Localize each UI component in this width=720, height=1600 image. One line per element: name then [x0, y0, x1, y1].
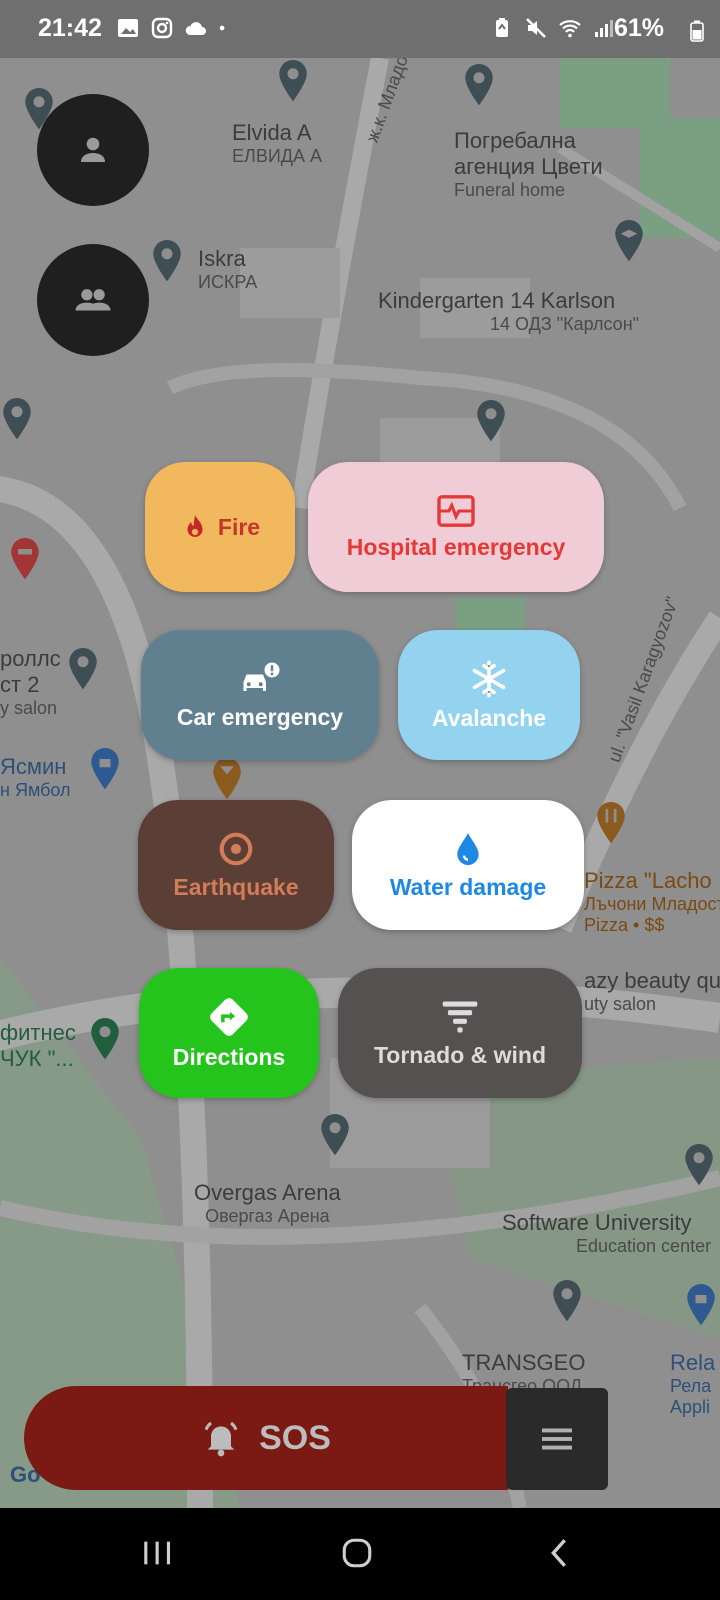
pharmacy-pin-icon[interactable]	[8, 538, 42, 582]
monitor-heart-icon	[437, 494, 475, 527]
water-drop-icon	[457, 832, 479, 865]
sos-button[interactable]: SOS	[24, 1386, 508, 1490]
mute-icon	[526, 18, 546, 38]
map-place-fitness[interactable]: фитнес ЧУК "...	[0, 1020, 76, 1072]
directions-icon	[210, 997, 248, 1036]
map-pin-icon[interactable]	[474, 400, 508, 444]
dot-icon	[219, 25, 225, 31]
map-place-funeral-home[interactable]: Погребална агенция Цвети Funeral home	[454, 128, 603, 201]
water-damage-button[interactable]: Water damage	[352, 800, 584, 930]
group-icon	[75, 289, 111, 311]
map-place-kindergarten[interactable]: Kindergarten 14 Karlson 14 ОДЗ "Карлсон"	[378, 288, 639, 335]
snowflake-icon	[472, 660, 506, 697]
map-place-iskra[interactable]: Iskra ИСКРА	[198, 246, 257, 293]
profile-button[interactable]	[37, 94, 149, 206]
fitness-pin-icon[interactable]	[88, 1018, 122, 1062]
battery-icon	[690, 20, 704, 42]
map-pin-icon[interactable]	[682, 1144, 716, 1188]
wifi-icon	[559, 20, 581, 38]
home-icon[interactable]	[340, 1536, 374, 1570]
map-pin-icon[interactable]	[462, 64, 496, 108]
map-place-beauty[interactable]: azy beauty qu uty salon	[584, 968, 720, 1015]
map-place-overgas-arena[interactable]: Overgas Arena Овергаз Арена	[194, 1180, 341, 1227]
tornado-icon	[442, 1000, 478, 1033]
back-icon[interactable]	[546, 1536, 572, 1570]
car-alert-icon	[243, 662, 280, 691]
map-place-pizza-lacho[interactable]: Pizza "Lacho Лъчони Младост Pizza • $$	[584, 868, 720, 936]
cloud-icon	[185, 22, 206, 35]
map-place-left-1[interactable]: роллс ст 2 y salon	[0, 646, 61, 719]
fire-button[interactable]: Fire	[145, 462, 295, 592]
battery-saver-icon	[496, 18, 508, 37]
status-time: 21:42	[38, 14, 102, 42]
group-button[interactable]	[37, 244, 149, 356]
hamburger-icon	[542, 1428, 572, 1450]
shopping-pin-icon[interactable]	[684, 1284, 718, 1328]
map-place-software-university[interactable]: Software University Education center	[502, 1210, 711, 1257]
status-left-icons	[116, 16, 232, 40]
tornado-wind-button[interactable]: Tornado & wind	[338, 968, 582, 1098]
target-icon	[219, 832, 253, 865]
map-place-elvida[interactable]: Elvida A ЕЛВИДА А	[232, 120, 322, 167]
status-bar: 21:42 61%	[0, 0, 720, 58]
alarm-bell-icon	[204, 1421, 238, 1457]
map-place-yasmin[interactable]: Ясмин н Ямбол	[0, 754, 71, 801]
bar-pin-icon[interactable]	[210, 758, 244, 802]
map-pin-icon[interactable]	[550, 1280, 584, 1324]
map-pin-icon[interactable]	[0, 398, 34, 442]
fire-icon	[187, 514, 203, 537]
car-emergency-button[interactable]: Car emergency	[141, 630, 379, 760]
instagram-icon	[151, 17, 173, 39]
battery-percentage: 61%	[614, 14, 665, 42]
directions-button[interactable]: Directions	[139, 968, 319, 1098]
map-pin-icon[interactable]	[276, 60, 310, 104]
restaurant-pin-icon[interactable]	[594, 802, 628, 846]
avalanche-button[interactable]: Avalanche	[398, 630, 580, 760]
earthquake-button[interactable]: Earthquake	[138, 800, 334, 930]
shopping-pin-icon[interactable]	[88, 748, 122, 792]
map-pin-icon[interactable]	[66, 648, 100, 692]
signal-icon	[595, 20, 613, 37]
map-pin-icon[interactable]	[318, 1114, 352, 1158]
gallery-icon	[118, 19, 138, 37]
person-icon	[81, 137, 105, 162]
recents-icon[interactable]	[140, 1538, 174, 1568]
system-nav-bar	[0, 1508, 720, 1600]
map-place-rela[interactable]: Rela Рела Appli	[670, 1350, 715, 1418]
map-pin-icon[interactable]	[150, 240, 184, 284]
school-pin-icon[interactable]	[612, 220, 646, 264]
menu-button[interactable]	[506, 1388, 608, 1490]
status-right-icons	[490, 16, 616, 40]
hospital-emergency-button[interactable]: Hospital emergency	[308, 462, 604, 592]
